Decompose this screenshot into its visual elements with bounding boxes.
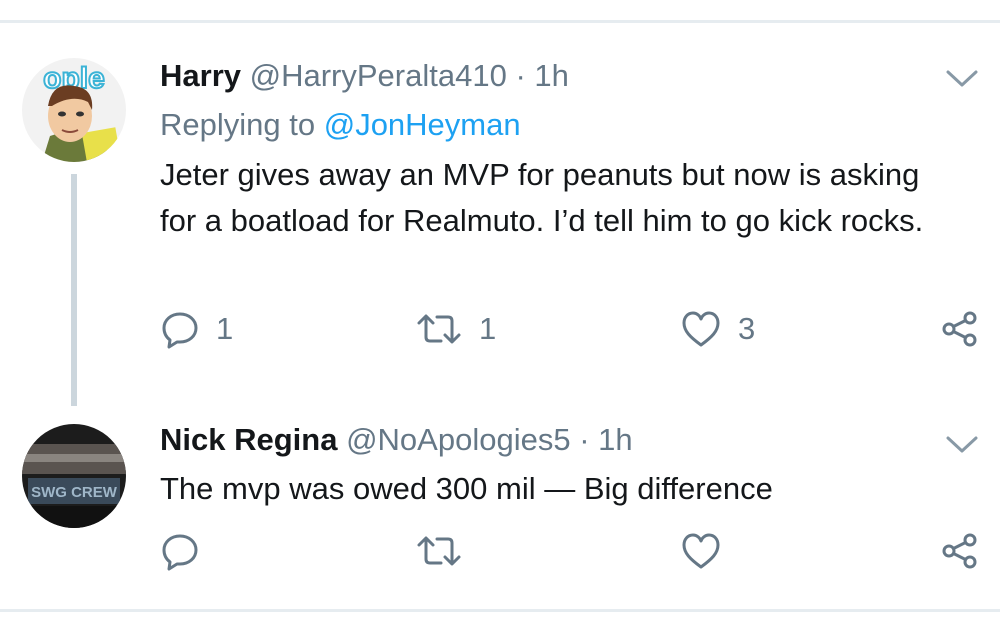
cartoon-avatar-icon: ople <box>22 58 126 162</box>
like-button[interactable] <box>680 531 722 571</box>
timestamp[interactable]: 1h <box>534 58 568 93</box>
retweet-button[interactable]: 1 <box>415 309 496 349</box>
reply-icon <box>162 534 198 571</box>
graffiti-photo-avatar-icon: SWG CREW <box>22 424 126 528</box>
timestamp[interactable]: 1h <box>598 422 632 457</box>
share-button[interactable] <box>940 531 980 571</box>
avatar[interactable]: ople <box>22 58 126 162</box>
user-handle[interactable]: @NoApologies5 <box>346 422 571 457</box>
tweet[interactable]: SWG CREW Nick Regina @NoApologies5 · 1h … <box>0 400 1000 610</box>
heart-icon <box>682 311 720 347</box>
chevron-down-icon[interactable] <box>944 432 980 456</box>
reply-count: 1 <box>216 311 234 346</box>
avatar[interactable]: SWG CREW <box>22 424 126 528</box>
replying-to-line: Replying to @JonHeyman <box>160 105 521 145</box>
svg-text:SWG CREW: SWG CREW <box>31 484 118 501</box>
reply-icon <box>162 312 198 349</box>
tweet-text: Jeter gives away an MVP for peanuts but … <box>160 157 924 238</box>
user-handle[interactable]: @HarryPeralta410 <box>250 58 507 93</box>
bottom-divider <box>0 609 1000 612</box>
tweet-header: Harry @HarryPeralta410 · 1h <box>160 56 569 96</box>
reply-button[interactable]: 1 <box>160 309 233 349</box>
replying-to-label: Replying to <box>160 107 316 142</box>
heart-icon <box>682 533 720 569</box>
retweet-button[interactable] <box>415 531 463 571</box>
retweet-icon <box>417 314 461 344</box>
chevron-down-icon[interactable] <box>944 66 980 90</box>
tweet-header: Nick Regina @NoApologies5 · 1h <box>160 420 633 460</box>
tweet-text: The mvp was owed 300 mil — Big differenc… <box>160 471 773 506</box>
separator-dot: · <box>515 58 526 93</box>
separator-dot: · <box>579 422 590 457</box>
tweet[interactable]: ople Harry @HarryPeralta410 · 1h Replyin… <box>0 0 1000 406</box>
share-button[interactable] <box>940 309 980 349</box>
mention-link[interactable]: @JonHeyman <box>324 107 521 142</box>
thread-line <box>71 174 77 406</box>
like-count: 3 <box>738 311 756 346</box>
display-name[interactable]: Harry <box>160 58 241 93</box>
like-button[interactable]: 3 <box>680 309 755 349</box>
reply-button[interactable] <box>160 531 200 571</box>
share-icon <box>942 533 977 569</box>
display-name[interactable]: Nick Regina <box>160 422 337 457</box>
retweet-icon <box>417 536 461 566</box>
retweet-count: 1 <box>479 311 497 346</box>
share-icon <box>942 311 977 347</box>
